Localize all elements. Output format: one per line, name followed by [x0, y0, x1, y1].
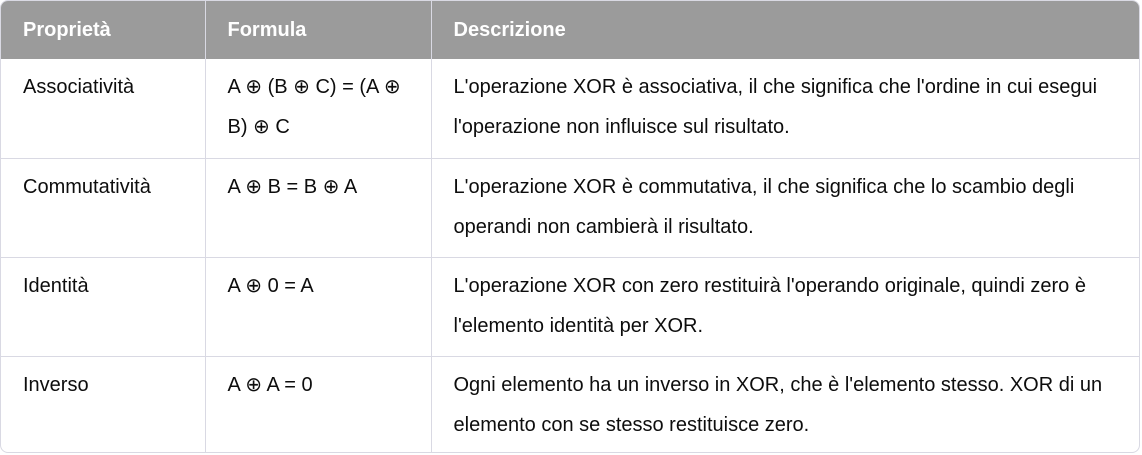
- table-row: Identità A ⊕ 0 = A L'operazione XOR con …: [1, 256, 1139, 356]
- cell-property: Identità: [1, 256, 206, 356]
- cell-description: L'operazione XOR è associativa, il che s…: [453, 76, 1098, 138]
- table-row: Commutatività A ⊕ B = B ⊕ A L'operazione…: [1, 157, 1139, 257]
- cell-formula: A ⊕ (B ⊕ C) = (A ⊕ B) ⊕ C: [205, 59, 432, 158]
- cell-property: Associatività: [1, 59, 206, 158]
- header-row: Proprietà Formula Descrizione: [1, 1, 1139, 59]
- table-row: Inverso A ⊕ A = 0 Ogni elemento ha un in…: [1, 355, 1139, 452]
- header-description: Descrizione: [431, 1, 1139, 59]
- cell-description: L'operazione XOR con zero restituirà l'o…: [431, 256, 1139, 356]
- cell-property: Inverso: [1, 355, 206, 452]
- xor-properties-table: Proprietà Formula Descrizione Associativ…: [1, 1, 1139, 452]
- cell-formula: A ⊕ 0 = A: [205, 256, 432, 356]
- cell-description: Ogni elemento ha un inverso in XOR, che …: [431, 355, 1139, 452]
- table-header: Proprietà Formula Descrizione: [1, 1, 1139, 59]
- cell-description: L'operazione XOR è commutativa, il che s…: [431, 157, 1139, 257]
- table-row: Associatività A ⊕ (B ⊕ C) = (A ⊕ B) ⊕ C …: [1, 59, 1139, 158]
- header-property: Proprietà: [1, 1, 206, 59]
- properties-table-container: Proprietà Formula Descrizione Associativ…: [0, 0, 1140, 453]
- cell-property: Commutatività: [1, 157, 206, 257]
- table-body: Associatività A ⊕ (B ⊕ C) = (A ⊕ B) ⊕ C …: [1, 59, 1139, 452]
- cell-formula: A ⊕ B = B ⊕ A: [205, 157, 432, 257]
- header-formula: Formula: [205, 1, 432, 59]
- cell-formula: A ⊕ A = 0: [205, 355, 432, 452]
